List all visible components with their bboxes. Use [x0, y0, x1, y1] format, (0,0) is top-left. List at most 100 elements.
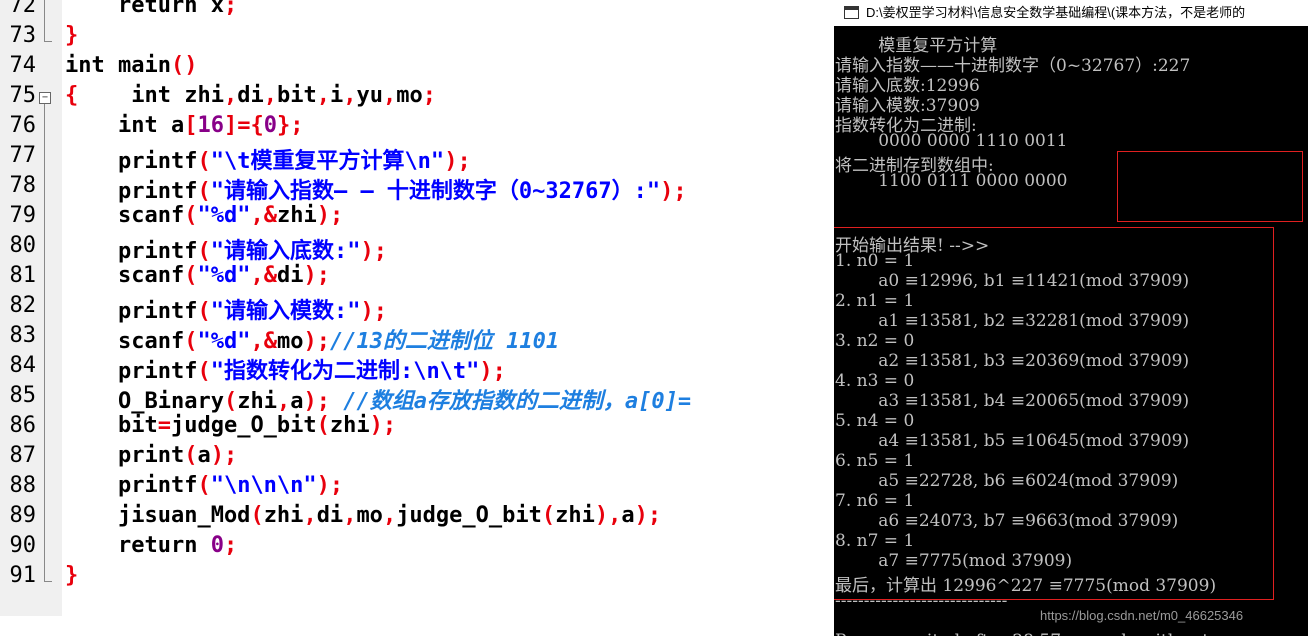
code-token: ; [223, 533, 238, 558]
console-window[interactable]: D:\姜权罡学习材料\信息安全数学基础编程\(课本方法，不是老师的 模重复平方计… [834, 0, 1308, 636]
code-token: bit [65, 413, 158, 438]
fold-toggle-icon[interactable]: − [39, 83, 51, 113]
code-token: zhi [329, 413, 370, 438]
code-token: printf [65, 359, 198, 384]
code-token: ; [382, 413, 397, 438]
code-token: ( [184, 203, 198, 228]
line-number: 78 [9, 173, 37, 198]
code-line[interactable]: jisuan_Mod(zhi,di,mo,judge_O_bit(zhi),a)… [65, 503, 661, 533]
code-token: di [276, 263, 304, 288]
code-token: printf [65, 239, 198, 264]
code-token: ,& [250, 329, 277, 354]
code-line[interactable]: O_Binary(zhi,a); //数组a存放指数的二进制，a[0]= [65, 383, 692, 414]
code-line[interactable]: printf("请输入指数— — 十进制数字（0~32767）:"); [65, 173, 687, 204]
code-token: ( [197, 473, 211, 498]
code-line[interactable]: scanf("%d",&mo);//13的二进制位 1101 [65, 323, 559, 354]
console-title-bar[interactable]: D:\姜权罡学习材料\信息安全数学基础编程\(课本方法，不是老师的 [834, 0, 1308, 26]
highlight-box-array [1117, 151, 1303, 222]
code-token: , [316, 83, 330, 108]
code-token: 0 [263, 113, 277, 138]
code-token: { [65, 83, 79, 108]
code-token: ) [316, 203, 330, 228]
console-line: 1100 0111 0000 0000 [835, 171, 1068, 191]
console-line: 请输入指数——十进制数字（0~32767）:227 [835, 56, 1191, 76]
code-line[interactable]: bit=judge_O_bit(zhi); [65, 413, 396, 443]
fold-guide [39, 263, 51, 293]
code-token: , [223, 83, 238, 108]
code-token: ( [184, 329, 198, 354]
watermark-text: https://blog.csdn.net/m0_46625346 [1040, 608, 1244, 623]
code-token: ,& [250, 203, 277, 228]
line-number: 74 [9, 53, 37, 78]
code-token: , [343, 83, 357, 108]
code-line[interactable]: { int zhi,di,bit,i,yu,mo; [65, 83, 436, 113]
fold-guide [39, 413, 51, 443]
code-line[interactable]: print(a); [65, 443, 237, 473]
console-window-icon [844, 6, 859, 19]
code-token: return [65, 533, 211, 558]
code-line[interactable]: printf("\t模重复平方计算\n"); [65, 143, 471, 174]
code-line[interactable]: printf("\n\n\n"); [65, 473, 343, 503]
code-token: [ [184, 113, 198, 138]
code-token: () [170, 53, 198, 78]
code-token: //数组a存放指数的二进制，a[0]= [329, 389, 692, 414]
code-token: ( [197, 239, 211, 264]
fold-guide [39, 353, 51, 383]
code-token: int main [65, 53, 171, 78]
code-token: "%d" [197, 203, 251, 228]
console-line: 0000 0000 1110 0011 [835, 131, 1068, 151]
line-number: 77 [9, 143, 37, 168]
fold-guide [39, 203, 51, 233]
code-line[interactable]: int main() [65, 53, 197, 83]
code-token: ) [360, 299, 374, 324]
code-token: bit [276, 83, 317, 108]
console-line: 请输入底数:12996 [835, 76, 980, 96]
code-token: ) [210, 443, 224, 468]
code-line[interactable]: return x; [65, 0, 237, 23]
code-token: , [382, 83, 397, 108]
line-number: 87 [9, 443, 37, 468]
code-token: ; [492, 359, 506, 384]
code-token: ( [223, 389, 238, 414]
code-token: i [329, 83, 344, 108]
code-token: ; [373, 239, 387, 264]
code-token: "请输入指数— — 十进制数字（0~32767）:" [210, 179, 661, 204]
code-token: ; [422, 83, 436, 108]
code-token: ( [184, 443, 198, 468]
code-token: print [65, 443, 185, 468]
fold-guide [39, 323, 51, 353]
code-token: ; [329, 203, 344, 228]
code-token: int a [65, 113, 185, 138]
code-token: zhi [237, 389, 277, 414]
code-line[interactable]: printf("指数转化为二进制:\n\t"); [65, 353, 506, 384]
code-token: "请输入底数:" [210, 239, 361, 264]
code-line[interactable]: } [65, 23, 78, 53]
line-number: 86 [9, 413, 37, 438]
code-token: di [237, 83, 264, 108]
code-token: a [197, 443, 211, 468]
code-token: mo [276, 329, 304, 354]
code-line[interactable]: } [65, 563, 78, 593]
code-token: zhi [555, 503, 595, 528]
code-token: } [276, 113, 291, 138]
line-number: 80 [9, 233, 37, 258]
line-number: 79 [9, 203, 37, 228]
code-line[interactable]: int a[16]={0}; [65, 113, 304, 143]
code-editor[interactable]: 72 73 74 75−76 77 78 79 80 81 82 83 84 85 86 87 88 89 90 9… [0, 0, 835, 616]
code-line[interactable]: scanf("%d",&di); [65, 263, 330, 293]
line-number: 72 [9, 0, 37, 18]
code-token: ( [197, 149, 211, 174]
code-token: ; [457, 149, 471, 174]
code-line[interactable]: scanf("%d",&zhi); [65, 203, 343, 233]
code-token: printf [65, 299, 198, 324]
code-line[interactable]: return 0; [65, 533, 237, 563]
code-token: yu [356, 83, 383, 108]
code-token: "\n\n\n" [210, 473, 317, 498]
code-line[interactable]: printf("请输入模数:"); [65, 293, 387, 324]
code-line[interactable]: printf("请输入底数:"); [65, 233, 387, 264]
fold-guide [39, 563, 52, 593]
console-line: 模重复平方计算 [835, 36, 998, 56]
line-number-gutter: 72 73 74 75−76 77 78 79 80 81 82 83 84 85 86 87 88 89 90 9… [0, 0, 62, 616]
code-token: = [237, 113, 251, 138]
code-token: judge_O_bit [170, 413, 317, 438]
